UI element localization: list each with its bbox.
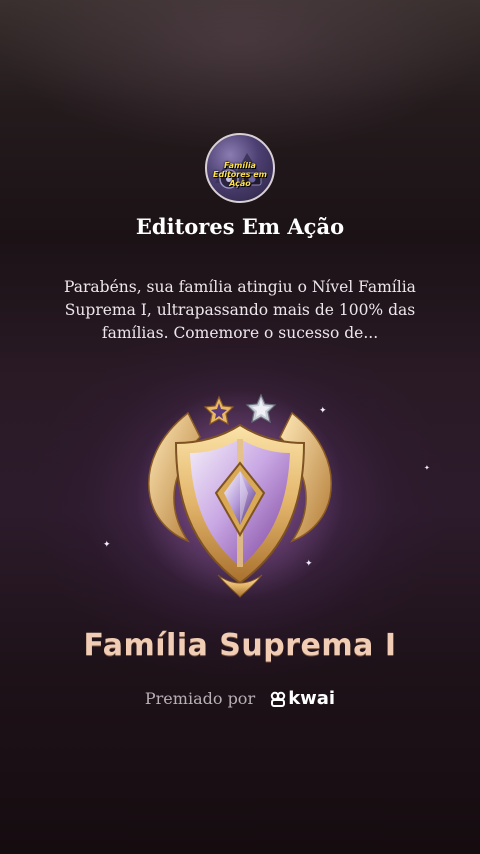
sparkle-icon: ✦ xyxy=(103,540,111,550)
awarded-by-label: Premiado por xyxy=(144,689,256,708)
kwai-logo-icon xyxy=(270,691,286,707)
family-avatar[interactable]: Família Editores em Ação xyxy=(205,133,275,203)
level-badge-icon xyxy=(135,390,345,600)
family-name: Editores Em Ação xyxy=(135,214,345,239)
kwai-brand-text: kwai xyxy=(288,688,336,709)
congratulations-message: Parabéns, sua família atingiu o Nível Fa… xyxy=(64,278,416,342)
awarded-by: Premiado por kwai xyxy=(0,688,480,709)
avatar-text: Família Editores em Ação xyxy=(213,161,267,188)
sparkle-icon: ✦ xyxy=(424,464,430,472)
kwai-logo[interactable]: kwai xyxy=(270,688,335,709)
level-name: Família Suprema I xyxy=(83,628,397,663)
achievement-screen: Família Editores em Ação Editores Em Açã… xyxy=(0,0,480,854)
